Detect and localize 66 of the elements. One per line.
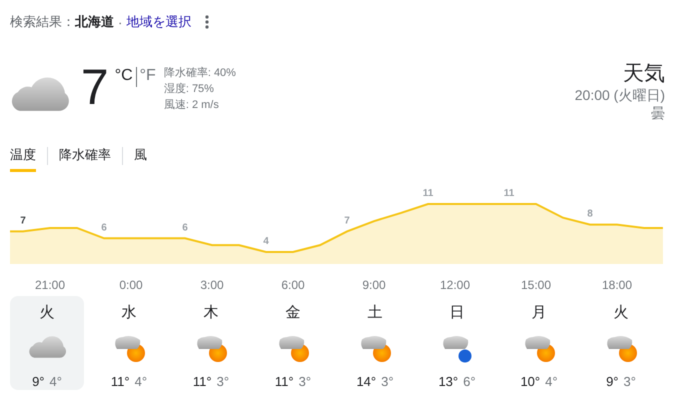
- time-label: 9:00: [362, 278, 386, 292]
- weather-detail: 降水確率: 40%: [164, 66, 236, 81]
- high-temperature: 9°: [606, 374, 618, 389]
- day-forecast[interactable]: 金 11° 3°: [256, 296, 330, 390]
- low-temperature: 3°: [381, 374, 394, 389]
- time-label: 6:00: [281, 278, 305, 292]
- low-temperature: 4°: [50, 374, 62, 389]
- chart-tab[interactable]: 風: [134, 140, 147, 172]
- search-result-label: 検索結果：: [10, 13, 75, 31]
- day-forecast[interactable]: 木 11° 3°: [174, 296, 248, 390]
- more-icon[interactable]: [205, 15, 210, 29]
- temperature-label: 6: [182, 222, 188, 234]
- temperature-label: 7: [344, 215, 350, 226]
- high-temperature: 11°: [192, 374, 212, 389]
- chart-tab[interactable]: 降水確率: [59, 140, 111, 172]
- day-name: 水: [122, 304, 136, 322]
- high-temperature: 11°: [274, 374, 294, 389]
- day-name: 金: [286, 304, 300, 322]
- time-label: 18:00: [602, 278, 632, 292]
- chart-tab[interactable]: 温度: [10, 140, 36, 172]
- day-forecast[interactable]: 月 10° 4°: [502, 296, 576, 390]
- day-name: 土: [368, 304, 382, 322]
- low-temperature: 6°: [463, 374, 476, 389]
- unit-toggle[interactable]: °F: [140, 67, 156, 85]
- high-temperature: 13°: [438, 374, 458, 389]
- day-forecast[interactable]: 日 13° 6°: [420, 296, 494, 390]
- time-label: 3:00: [200, 278, 224, 292]
- day-name: 月: [532, 304, 546, 322]
- date-time: 20:00 (火曜日): [574, 86, 665, 104]
- weather-detail: 風速: 2 m/s: [164, 98, 220, 113]
- temperature-label: 7: [20, 215, 26, 226]
- high-temperature: 9°: [32, 374, 44, 389]
- time-label: 15:00: [520, 278, 552, 292]
- temperature-label: 8: [587, 208, 593, 220]
- choose-region-link[interactable]: 地域を選択: [126, 13, 192, 31]
- day-name: 火: [614, 304, 628, 322]
- time-label: 21:00: [34, 278, 66, 292]
- high-temperature: 11°: [110, 374, 130, 389]
- low-temperature: 3°: [624, 374, 636, 389]
- day-forecast[interactable]: 火 9° 3°: [584, 296, 658, 390]
- high-temperature: 10°: [520, 374, 540, 389]
- low-temperature: 3°: [216, 374, 230, 389]
- temperature-label: 4: [263, 236, 269, 247]
- location-name: 北海道: [75, 13, 114, 31]
- day-name: 火: [40, 304, 54, 322]
- separator-dot: ·: [118, 14, 122, 30]
- condition-text: 曇: [651, 104, 665, 122]
- low-temperature: 4°: [545, 374, 558, 389]
- day-forecast[interactable]: 火 9° 4°: [10, 296, 84, 390]
- weather-detail: 湿度: 75%: [164, 82, 215, 97]
- time-label: 12:00: [440, 278, 470, 292]
- temperature-label: 11: [504, 188, 514, 199]
- day-forecast[interactable]: 土 14° 3°: [338, 296, 412, 390]
- low-temperature: 3°: [298, 374, 312, 389]
- high-temperature: 14°: [356, 374, 376, 389]
- day-name: 木: [204, 304, 218, 322]
- day-name: 日: [450, 304, 464, 322]
- unit-toggle[interactable]: °C: [114, 67, 133, 85]
- current-temperature: 7: [80, 62, 109, 112]
- low-temperature: 4°: [134, 374, 148, 389]
- temperature-label: 11: [422, 188, 434, 199]
- time-label: 0:00: [119, 278, 143, 292]
- cloud-icon: [28, 334, 66, 360]
- weather-title: 天気: [623, 62, 665, 86]
- temperature-label: 6: [101, 222, 107, 234]
- day-forecast[interactable]: 水 11° 4°: [92, 296, 166, 390]
